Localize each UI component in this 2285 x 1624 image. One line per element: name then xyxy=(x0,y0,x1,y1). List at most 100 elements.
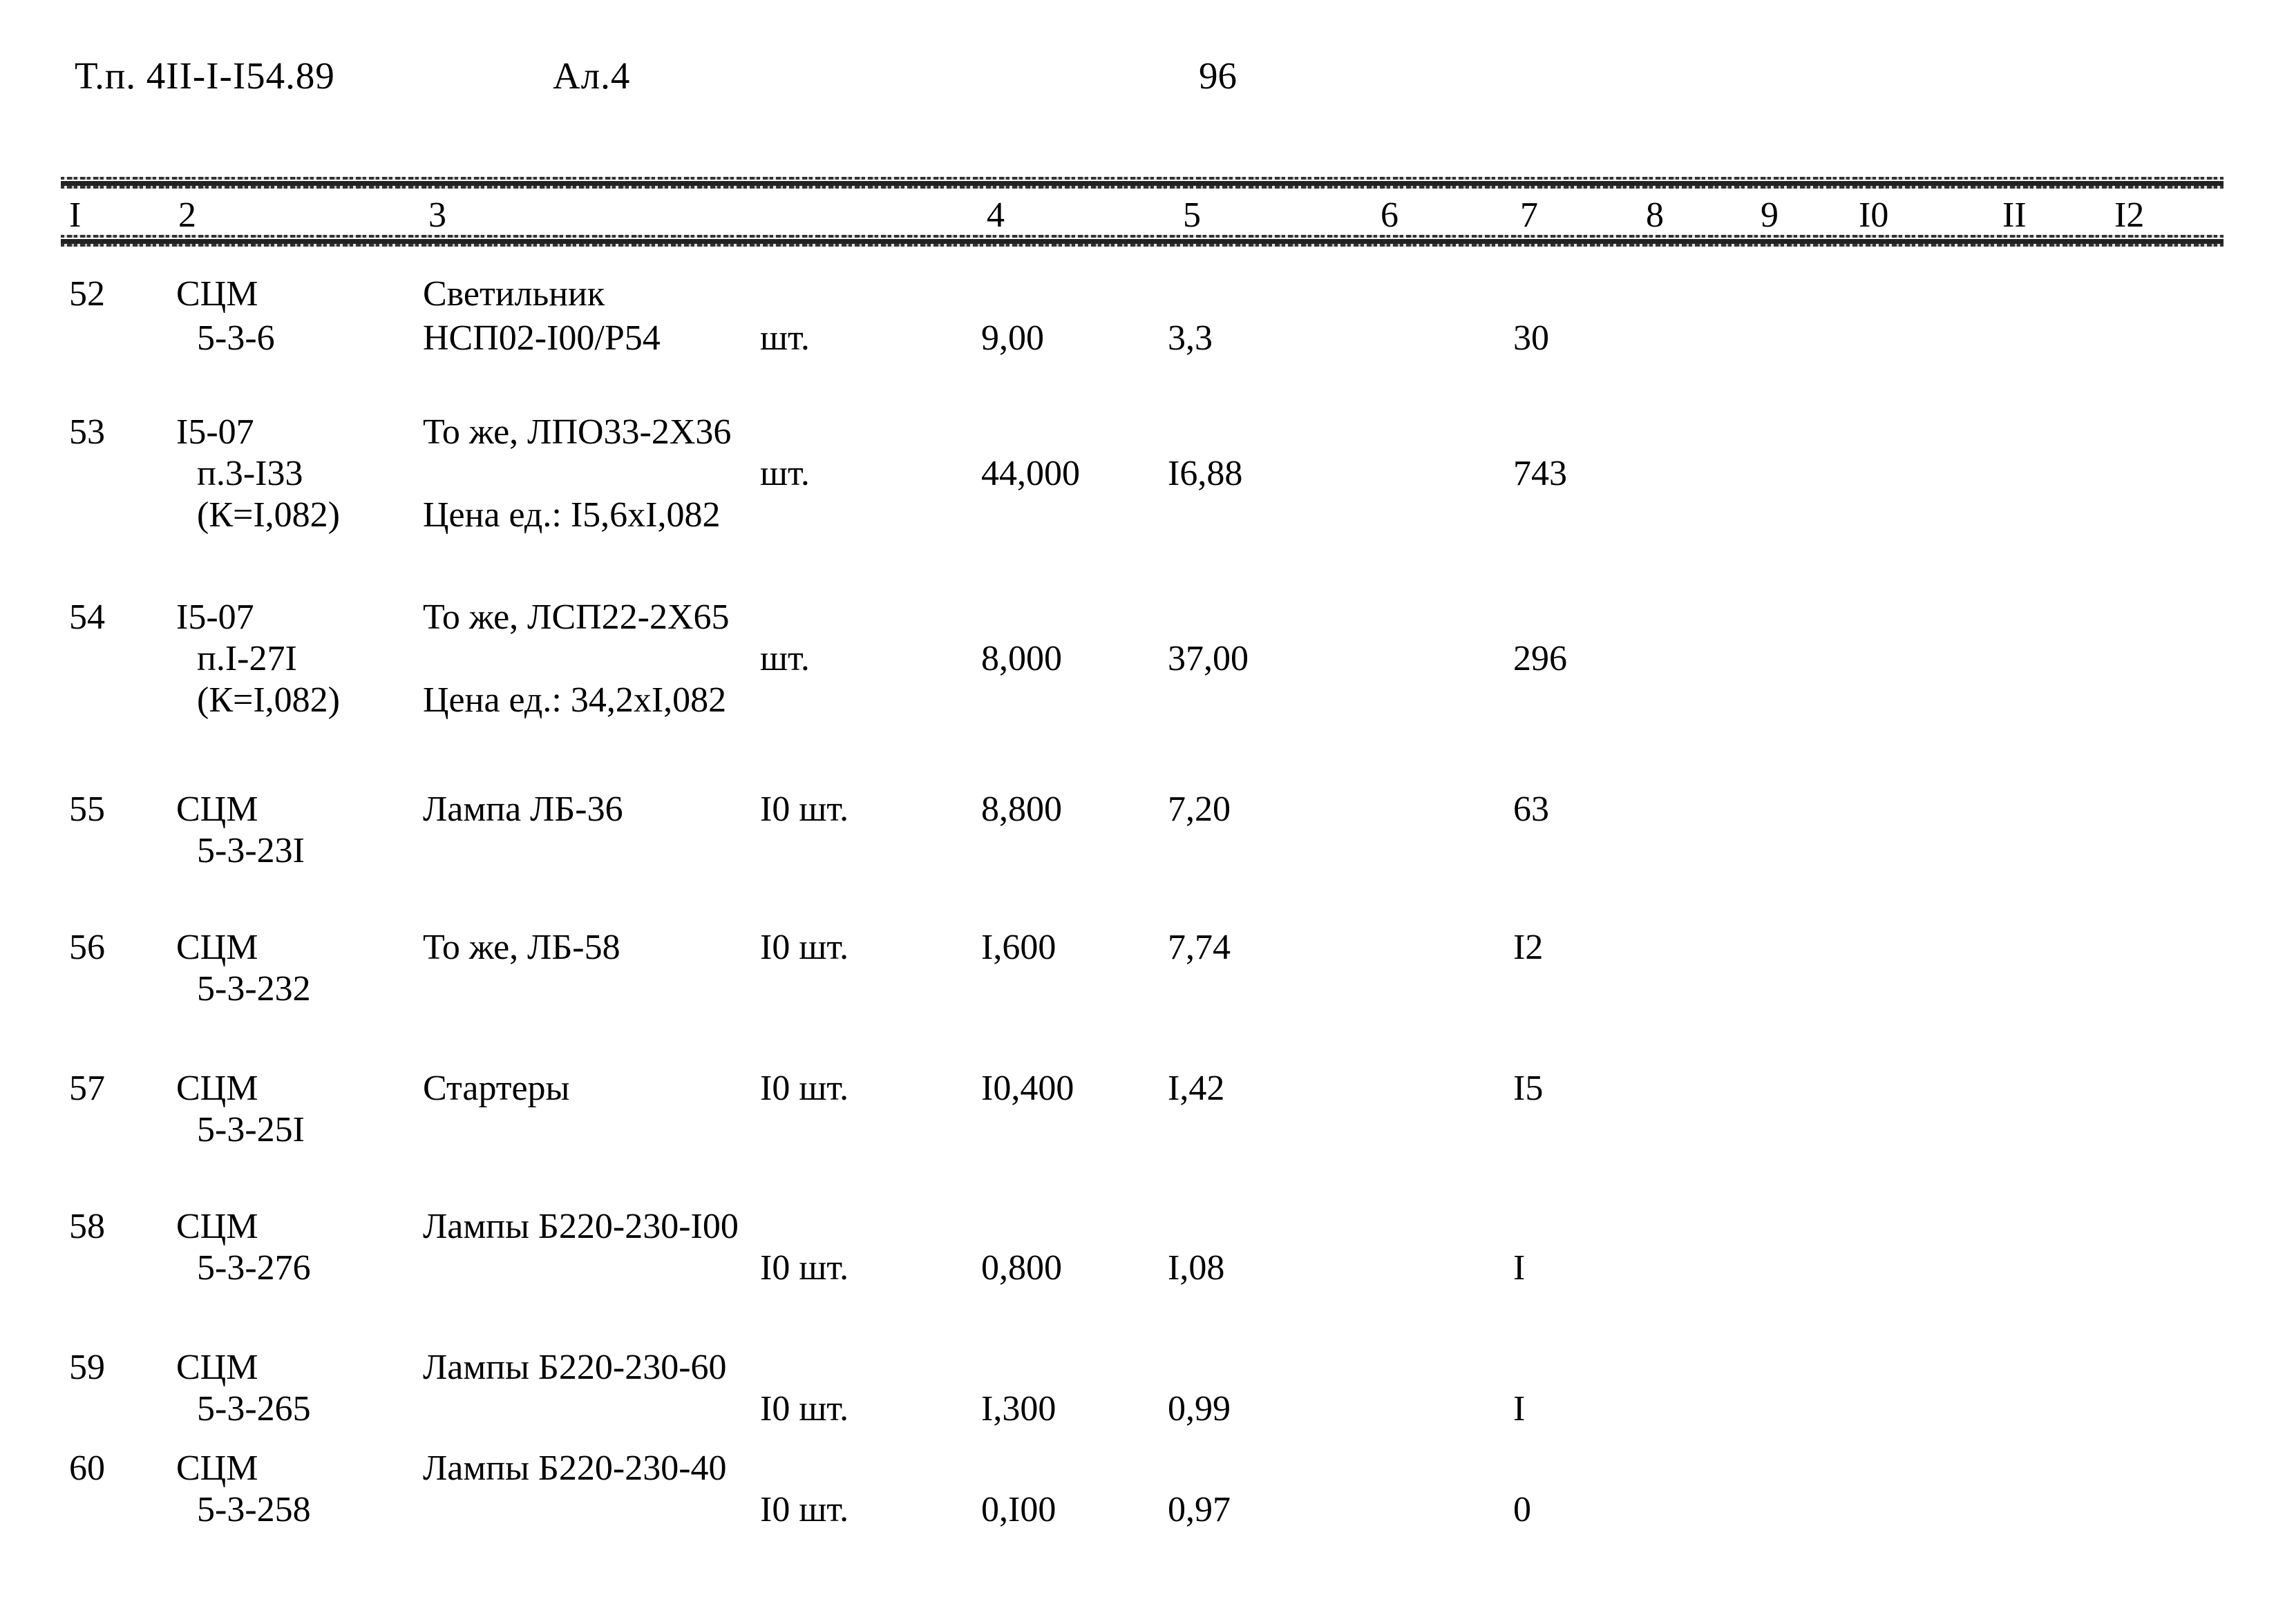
row-code-line2: 5-3-258 xyxy=(197,1490,311,1529)
row-price: 0,97 xyxy=(1168,1490,1231,1529)
row-total: I2 xyxy=(1513,928,1544,967)
row-quantity: 0,I00 xyxy=(981,1490,1056,1529)
column-header-5: 5 xyxy=(1183,195,1201,235)
column-header-9: 9 xyxy=(1761,195,1779,235)
row-quantity: I,600 xyxy=(981,928,1056,967)
row-code-line1: СЦМ xyxy=(176,1449,258,1488)
row-quantity: I,300 xyxy=(981,1389,1056,1429)
row-total: 63 xyxy=(1513,790,1549,829)
row-price: I,08 xyxy=(1168,1248,1225,1288)
table-rule-bottom xyxy=(61,239,2224,244)
row-name-line1: Лампы Б220-230-60 xyxy=(423,1348,727,1387)
row-quantity: 44,000 xyxy=(981,454,1080,493)
row-code-line2: 5-3-6 xyxy=(197,318,275,358)
row-total: I xyxy=(1513,1248,1526,1288)
row-total: 743 xyxy=(1513,454,1567,493)
row-quantity: 8,800 xyxy=(981,790,1062,829)
row-code-line1: СЦМ xyxy=(176,1207,258,1246)
row-price-note: Цена ед.: I5,6хI,082 xyxy=(423,495,721,535)
column-header-4: 4 xyxy=(987,195,1005,235)
column-header-3: 3 xyxy=(428,195,446,235)
row-code-line2: п.3-I33 xyxy=(197,454,303,493)
document-code: Т.п. 4II-I-I54.89 xyxy=(75,55,335,97)
row-unit: I0 шт. xyxy=(760,790,849,829)
row-total: I5 xyxy=(1513,1069,1544,1108)
row-quantity: I0,400 xyxy=(981,1069,1074,1108)
row-unit: шт. xyxy=(760,318,810,358)
row-number: 60 xyxy=(69,1449,105,1488)
row-price: 0,99 xyxy=(1168,1389,1231,1429)
row-name-line1: Светильник xyxy=(423,274,605,314)
row-quantity: 0,800 xyxy=(981,1248,1062,1288)
row-total: 0 xyxy=(1513,1490,1531,1529)
row-number: 58 xyxy=(69,1207,105,1246)
row-code-line2: 5-3-232 xyxy=(197,969,311,1009)
table-rule-top xyxy=(61,181,2224,186)
column-header-8: 8 xyxy=(1646,195,1664,235)
table-rule-bottom-speckle xyxy=(61,235,2224,238)
row-code-line2: 5-3-23I xyxy=(197,831,305,870)
album-label: Ал.4 xyxy=(553,55,631,97)
column-header-6: 6 xyxy=(1381,195,1399,235)
row-price-note: Цена ед.: 34,2хI,082 xyxy=(423,680,727,720)
row-number: 55 xyxy=(69,790,105,829)
row-code-line2: 5-3-25I xyxy=(197,1110,305,1149)
row-number: 59 xyxy=(69,1348,105,1387)
row-total: 30 xyxy=(1513,318,1549,358)
row-name-line1: Лампы Б220-230-40 xyxy=(423,1449,727,1488)
row-code-line1: СЦМ xyxy=(176,790,258,829)
row-total: I xyxy=(1513,1389,1526,1429)
column-header-10: I0 xyxy=(1859,195,1889,235)
row-unit: I0 шт. xyxy=(760,1490,849,1529)
row-name-line1: Стартеры xyxy=(423,1069,570,1108)
row-number: 57 xyxy=(69,1069,105,1108)
row-number: 56 xyxy=(69,928,105,967)
row-code-line2: 5-3-265 xyxy=(197,1389,311,1429)
row-code-line1: СЦМ xyxy=(176,1348,258,1387)
row-code-line2: 5-3-276 xyxy=(197,1248,311,1288)
table-rule-top-speckle xyxy=(61,177,2224,180)
row-price: I6,88 xyxy=(1168,454,1243,493)
column-header-12: I2 xyxy=(2114,195,2145,235)
row-code-line3: (К=I,082) xyxy=(197,680,340,720)
document-header: Т.п. 4II-I-I54.89 Ал.4 96 xyxy=(0,54,2285,102)
row-quantity: 9,00 xyxy=(981,318,1044,358)
row-unit: I0 шт. xyxy=(760,1389,849,1429)
row-price: 7,74 xyxy=(1168,928,1231,967)
row-code-line1: СЦМ xyxy=(176,274,258,314)
table-rule-bottom-speckle-lower xyxy=(61,244,2224,247)
column-header-2: 2 xyxy=(178,195,196,235)
column-header-1: I xyxy=(69,195,82,235)
row-code-line2: п.I-27I xyxy=(197,639,297,678)
row-price: 3,3 xyxy=(1168,318,1213,358)
row-number: 52 xyxy=(69,274,105,314)
column-header-7: 7 xyxy=(1520,195,1538,235)
table-rule-top-speckle-lower xyxy=(61,186,2224,189)
row-price: 7,20 xyxy=(1168,790,1231,829)
row-unit: I0 шт. xyxy=(760,1248,849,1288)
row-code-line1: I5-07 xyxy=(176,412,254,452)
row-unit: шт. xyxy=(760,454,810,493)
row-number: 54 xyxy=(69,598,105,637)
row-number: 53 xyxy=(69,412,105,452)
row-quantity: 8,000 xyxy=(981,639,1062,678)
row-code-line1: СЦМ xyxy=(176,1069,258,1108)
row-name-line1: Лампа ЛБ-36 xyxy=(423,790,623,829)
row-code-line1: СЦМ xyxy=(176,928,258,967)
column-header-11: II xyxy=(2002,195,2027,235)
row-unit: I0 шт. xyxy=(760,1069,849,1108)
document-page: Т.п. 4II-I-I54.89 Ал.4 96 I 2 3 4 5 6 7 … xyxy=(0,0,2285,1624)
row-name-line1: То же, ЛСП22-2Х65 xyxy=(423,598,730,637)
row-price: 37,00 xyxy=(1168,639,1249,678)
row-unit: шт. xyxy=(760,639,810,678)
row-unit: I0 шт. xyxy=(760,928,849,967)
row-code-line3: (К=I,082) xyxy=(197,495,340,535)
row-price: I,42 xyxy=(1168,1069,1225,1108)
row-name-line1: То же, ЛПО33-2Х36 xyxy=(423,412,732,452)
row-name-line1: Лампы Б220-230-I00 xyxy=(423,1207,739,1246)
row-code-line1: I5-07 xyxy=(176,598,254,637)
page-number: 96 xyxy=(1199,55,1237,97)
row-total: 296 xyxy=(1513,639,1567,678)
row-name-line2: НСП02-I00/Р54 xyxy=(423,318,661,358)
row-name-line1: То же, ЛБ-58 xyxy=(423,928,620,967)
